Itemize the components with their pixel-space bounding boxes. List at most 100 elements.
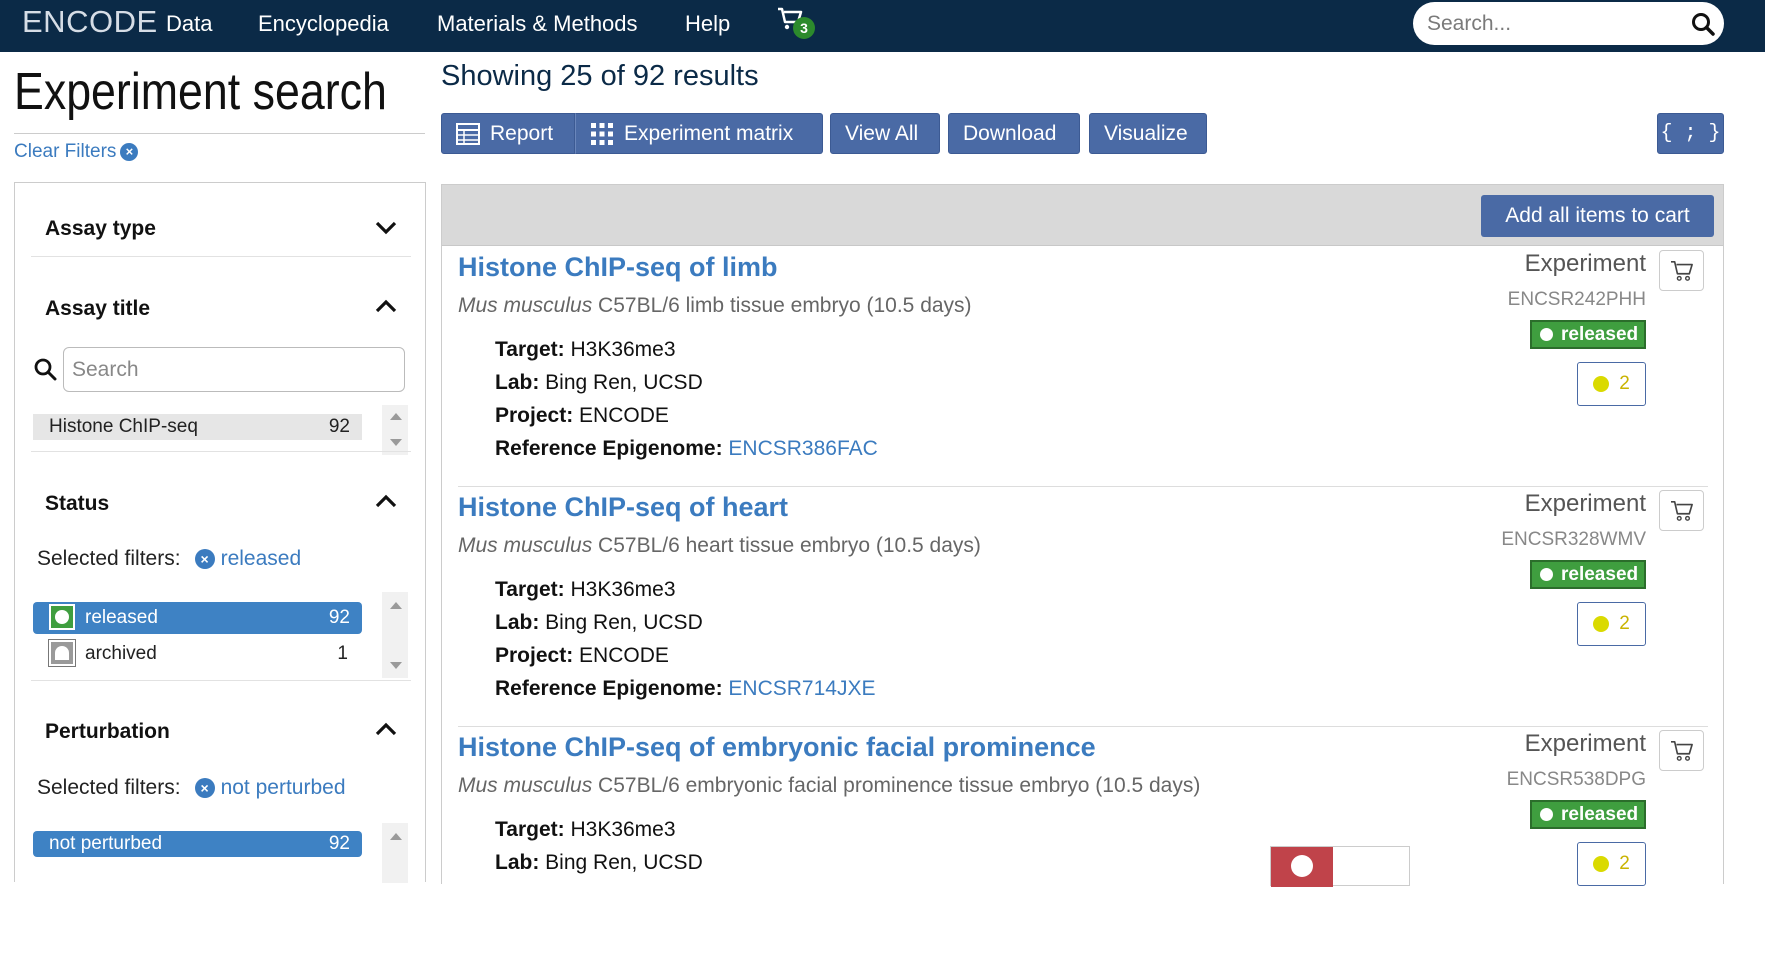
result-item: Histone ChIP-seq of limb Mus musculus C5…: [458, 247, 1708, 487]
selected-filter-chip-not-perturbed[interactable]: × not perturbed: [194, 776, 346, 800]
scroll-up-icon[interactable]: [390, 833, 402, 840]
results-panel: Add all items to cart Histone ChIP-seq o…: [441, 184, 1724, 886]
cart-icon: [1670, 500, 1693, 521]
term-label: archived: [85, 643, 157, 664]
field-label: Target:: [495, 818, 565, 841]
json-view-button[interactable]: { ; }: [1657, 113, 1724, 154]
status-dot-icon: [1540, 808, 1553, 821]
result-target: Target: H3K36me3: [495, 578, 676, 602]
term-label: Histone ChIP-seq: [49, 416, 198, 437]
status-label: released: [1561, 563, 1639, 585]
cart-icon: [1670, 260, 1693, 281]
facet-term-histone-chip-seq[interactable]: Histone ChIP-seq 92: [33, 414, 362, 440]
add-to-cart-button[interactable]: [1659, 490, 1704, 531]
nav-cart-button[interactable]: 3: [777, 7, 817, 41]
result-target: Target: H3K36me3: [495, 338, 676, 362]
selected-filters-label: Selected filters:: [37, 776, 181, 799]
field-value: H3K36me3: [570, 338, 676, 361]
reference-epigenome-link[interactable]: ENCSR714JXE: [728, 677, 875, 700]
facet-term-released[interactable]: released 92: [33, 602, 362, 634]
nav-data[interactable]: Data: [166, 11, 212, 37]
clear-filters-link[interactable]: Clear Filters ×: [14, 141, 139, 163]
facet-status-header[interactable]: Status: [45, 492, 109, 516]
result-biosample: Mus musculus C57BL/6 heart tissue embryo…: [458, 534, 981, 558]
add-all-to-cart-button[interactable]: Add all items to cart: [1481, 195, 1714, 237]
global-search-input[interactable]: [1427, 6, 1677, 41]
brand-logo[interactable]: ENCODE: [22, 4, 158, 40]
archived-status-icon: [48, 639, 76, 667]
field-value: H3K36me3: [570, 578, 676, 601]
result-biosample-text: C57BL/6 heart tissue embryo (10.5 days): [598, 534, 981, 557]
chevron-up-icon[interactable]: [373, 492, 399, 510]
field-label: Project:: [495, 644, 574, 667]
close-circle-icon: ×: [194, 549, 215, 569]
search-icon[interactable]: [1690, 11, 1716, 37]
audit-button[interactable]: 2: [1577, 602, 1646, 646]
scroll-up-icon[interactable]: [390, 413, 402, 420]
nav-help[interactable]: Help: [685, 11, 730, 37]
term-count: 92: [328, 416, 350, 437]
assay-title-search: [63, 347, 405, 392]
selected-filters-label: Selected filters:: [37, 547, 181, 570]
title-divider: [14, 133, 425, 134]
result-accession: ENCSR538DPG: [1506, 769, 1646, 790]
facet-scrollbar[interactable]: [382, 592, 408, 678]
facet-divider: [31, 256, 411, 257]
assay-title-search-input[interactable]: [64, 348, 404, 391]
chevron-up-icon[interactable]: [373, 297, 399, 315]
result-type: Experiment: [1524, 730, 1646, 757]
facet-term-not-perturbed[interactable]: not perturbed 92: [33, 831, 362, 857]
audit-count: 2: [1619, 613, 1630, 634]
facet-assay-type-header[interactable]: Assay type: [45, 217, 156, 241]
facet-perturbation-header[interactable]: Perturbation: [45, 720, 170, 744]
audit-warning-icon: [1593, 616, 1610, 632]
result-title[interactable]: Histone ChIP-seq of heart: [458, 492, 788, 523]
status-label: released: [1561, 323, 1639, 345]
audit-button[interactable]: 2: [1577, 362, 1646, 406]
facet-scrollbar[interactable]: [382, 823, 408, 883]
visualize-button[interactable]: Visualize: [1089, 113, 1207, 154]
experiment-matrix-button[interactable]: Experiment matrix: [575, 113, 823, 154]
report-button[interactable]: Report: [441, 113, 575, 154]
result-target: Target: H3K36me3: [495, 818, 676, 842]
result-project: Project: ENCODE: [495, 644, 669, 668]
released-status-icon: [49, 604, 75, 630]
chevron-up-icon[interactable]: [373, 720, 399, 738]
selected-filter-value: not perturbed: [220, 776, 346, 799]
add-to-cart-button[interactable]: [1659, 730, 1704, 771]
reference-epigenome-link[interactable]: ENCSR386FAC: [728, 437, 877, 460]
nav-encyclopedia[interactable]: Encyclopedia: [258, 11, 389, 37]
result-organism: Mus musculus: [458, 774, 593, 797]
term-count: 1: [337, 643, 348, 664]
status-badge: released: [1530, 800, 1646, 829]
audit-count: 2: [1619, 373, 1630, 394]
facet-scrollbar[interactable]: [382, 405, 408, 455]
top-navbar: ENCODE Data Encyclopedia Materials & Met…: [0, 0, 1765, 52]
term-count: 92: [328, 607, 350, 628]
question-icon: [1291, 855, 1313, 877]
help-icon-box: [1271, 847, 1333, 887]
table-icon: [456, 122, 480, 145]
nav-materials-methods[interactable]: Materials & Methods: [437, 11, 638, 37]
scroll-down-icon[interactable]: [390, 439, 402, 446]
result-biosample-text: C57BL/6 limb tissue embryo (10.5 days): [598, 294, 972, 317]
field-label: Lab:: [495, 371, 540, 394]
result-title[interactable]: Histone ChIP-seq of embryonic facial pro…: [458, 732, 1096, 763]
results-toolbar: Add all items to cart: [442, 185, 1723, 246]
scroll-down-icon[interactable]: [390, 662, 402, 669]
audit-button[interactable]: 2: [1577, 842, 1646, 886]
help-widget[interactable]: [1270, 846, 1410, 887]
scroll-up-icon[interactable]: [390, 602, 402, 609]
result-organism: Mus musculus: [458, 294, 593, 317]
selected-filter-chip-released[interactable]: × released: [194, 547, 301, 571]
download-button[interactable]: Download: [948, 113, 1080, 154]
facet-term-archived[interactable]: archived 1: [33, 638, 362, 670]
add-to-cart-button[interactable]: [1659, 250, 1704, 291]
result-title[interactable]: Histone ChIP-seq of limb: [458, 252, 778, 283]
term-label: not perturbed: [49, 833, 163, 854]
result-accession: ENCSR242PHH: [1507, 289, 1646, 310]
result-lab: Lab: Bing Ren, UCSD: [495, 371, 703, 395]
view-all-button[interactable]: View All: [830, 113, 940, 154]
facet-assay-title-header[interactable]: Assay title: [45, 297, 150, 321]
chevron-down-icon[interactable]: [373, 219, 399, 237]
